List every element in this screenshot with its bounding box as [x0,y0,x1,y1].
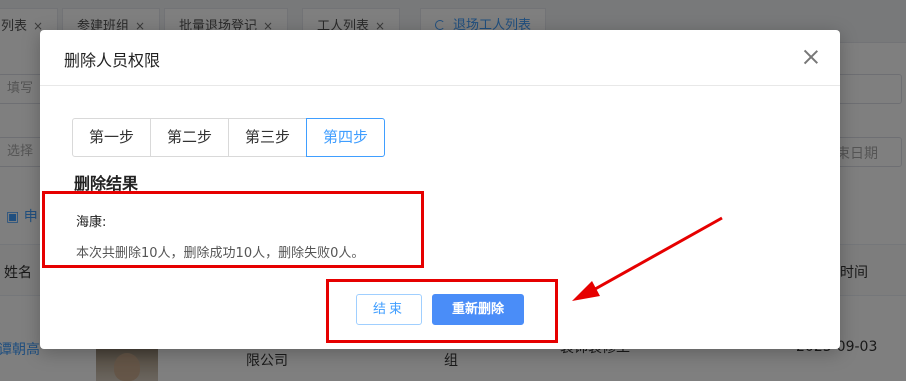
close-icon[interactable] [800,46,822,68]
step-2[interactable]: 第二步 [150,118,230,157]
step-1[interactable]: 第一步 [72,118,152,157]
step-4[interactable]: 第四步 [306,118,386,157]
dialog-header: 删除人员权限 [40,30,840,86]
step-tabs: 第一步 第二步 第三步 第四步 [72,118,386,157]
annotation-box-result [42,191,424,268]
dialog-title: 删除人员权限 [64,51,161,70]
annotation-box-buttons [326,279,558,343]
step-3[interactable]: 第三步 [228,118,308,157]
